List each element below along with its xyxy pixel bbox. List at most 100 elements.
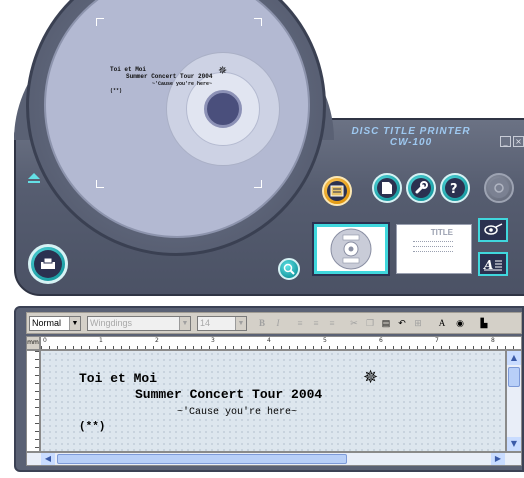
card-thumbnail-title: TITLE [430, 228, 453, 237]
new-document-icon [377, 178, 397, 198]
layout-button[interactable] [322, 176, 352, 206]
disc-symbol: ✵ [218, 64, 228, 77]
vertical-ruler [26, 350, 40, 452]
printer-icon: ▙ [480, 318, 488, 328]
align-center-button[interactable]: ≡ [309, 316, 323, 330]
ruler-tick: 1 [99, 337, 103, 344]
layout-icon [327, 181, 347, 201]
style-select[interactable]: Normal ▼ [29, 316, 81, 331]
ruler-tick: 7 [435, 337, 439, 344]
eject-icon[interactable] [28, 173, 40, 179]
copy-icon: ❐ [365, 318, 375, 328]
zoom-button[interactable] [278, 258, 300, 280]
speaker-icon [489, 178, 509, 198]
print-area-corner [96, 18, 104, 26]
editor-symbol[interactable]: ✵ [363, 367, 378, 388]
ruler-tick: 6 [379, 337, 383, 344]
ruler-unit[interactable]: mm [26, 336, 40, 350]
undo-button[interactable]: ↶ [395, 316, 409, 330]
scroll-down-icon[interactable]: ▼ [507, 437, 521, 451]
align-left-button[interactable]: ≡ [293, 316, 307, 330]
print-area-corner [96, 180, 104, 188]
help-button[interactable]: ? [440, 173, 470, 203]
bold-button[interactable]: B [255, 316, 269, 330]
horizontal-ruler: 0 1 2 3 4 5 6 7 8 [40, 336, 522, 350]
app-title: DISC TITLE PRINTER CW-100 [326, 126, 496, 148]
scroll-up-icon[interactable]: ▲ [507, 351, 521, 365]
print-area-corner [254, 18, 262, 26]
app-title-model: CW-100 [389, 137, 433, 148]
new-document-button[interactable] [372, 173, 402, 203]
font-size-value: 14 [200, 318, 211, 328]
text-settings-button[interactable]: A [435, 316, 449, 330]
svg-text:?: ? [450, 182, 458, 195]
format-toolbar: Normal ▼ Wingdings ▼ 14 ▼ B I ≡ ≡ ≡ ✂ ❐ … [26, 312, 522, 334]
font-size-select[interactable]: 14 ▼ [197, 316, 247, 331]
text-format-button[interactable]: A [478, 252, 508, 276]
ruler-tick: 8 [491, 337, 495, 344]
clipboard-icon: ▤ [381, 318, 391, 328]
ruler-tick: 0 [43, 337, 47, 344]
scrollbar-thumb[interactable] [508, 367, 520, 387]
text-edit-area[interactable]: Toi et Moi Summer Concert Tour 2004 ~'Ca… [40, 350, 506, 452]
disc-text-line2: Summer Concert Tour 2004 [126, 73, 213, 80]
disc-center-hole [204, 90, 242, 128]
undo-icon: ↶ [398, 318, 406, 328]
disc-text-line3: ~'Cause you're here~ [152, 81, 213, 87]
text-format-icon: A [483, 258, 502, 271]
editor-line4[interactable]: (**) [79, 421, 105, 433]
text-format-icon: A [438, 318, 446, 328]
ruler-tick: 5 [323, 337, 327, 344]
close-button[interactable]: × [513, 136, 524, 147]
font-select[interactable]: Wingdings ▼ [87, 316, 191, 331]
scrollbar-thumb[interactable] [57, 454, 347, 464]
align-right-button[interactable]: ≡ [325, 316, 339, 330]
horizontal-scrollbar[interactable]: ◀ ▶ [26, 452, 522, 466]
sound-button[interactable] [484, 173, 514, 203]
chevron-down-icon[interactable]: ▼ [69, 317, 80, 330]
eye-pen-icon [484, 223, 503, 235]
scroll-left-icon[interactable]: ◀ [41, 453, 55, 465]
printer-device-panel: Toi et Moi Summer Concert Tour 2004 ~'Ca… [0, 0, 524, 300]
scroll-right-icon[interactable]: ▶ [491, 453, 505, 465]
vertical-scrollbar[interactable]: ▲ ▼ [506, 350, 522, 452]
print-area-corner [254, 180, 262, 188]
font-select-value: Wingdings [90, 318, 133, 328]
print-preview-button[interactable] [478, 218, 508, 242]
eye-pen-icon: ◉ [456, 318, 464, 328]
minimize-button[interactable]: _ [500, 136, 511, 147]
settings-button[interactable] [406, 173, 436, 203]
chevron-down-icon[interactable]: ▼ [179, 317, 190, 330]
copy-button[interactable]: ❐ [363, 316, 377, 330]
app-title-main: DISC TITLE PRINTER [351, 126, 471, 137]
symbol-icon: ⊞ [414, 318, 422, 328]
paste-button[interactable]: ▤ [379, 316, 393, 330]
style-select-value: Normal [32, 318, 62, 328]
wrench-icon [411, 178, 431, 198]
preview-button[interactable]: ◉ [453, 316, 467, 330]
card-thumbnail-line [413, 251, 453, 252]
ruler-tick: 4 [267, 337, 271, 344]
editor-line1[interactable]: Toi et Moi [79, 371, 157, 386]
print-toolbar-button[interactable]: ▙ [477, 316, 491, 330]
italic-button[interactable]: I [271, 316, 285, 330]
ruler-tick: 3 [211, 337, 215, 344]
card-thumbnail-line [413, 246, 453, 247]
svg-text:A: A [483, 258, 493, 271]
card-thumbnail-line [413, 241, 453, 242]
label-editor: Normal ▼ Wingdings ▼ 14 ▼ B I ≡ ≡ ≡ ✂ ❐ … [14, 306, 524, 472]
magnifier-icon [283, 263, 295, 275]
disc-layout-thumbnail[interactable] [314, 224, 388, 274]
ruler-tick: 2 [155, 337, 159, 344]
print-button[interactable] [28, 244, 68, 284]
editor-line2[interactable]: Summer Concert Tour 2004 [135, 387, 322, 402]
card-layout-thumbnail[interactable]: TITLE [396, 224, 472, 274]
disc-text-line4: (**) [110, 88, 123, 94]
help-icon: ? [445, 178, 465, 198]
insert-symbol-button[interactable]: ⊞ [411, 316, 425, 330]
chevron-down-icon[interactable]: ▼ [235, 317, 246, 330]
disc-text-line1: Toi et Moi [110, 66, 147, 73]
editor-line3[interactable]: ~'Cause you're here~ [177, 407, 297, 418]
disc-thumbnail-icon [330, 228, 372, 270]
cut-button[interactable]: ✂ [347, 316, 361, 330]
